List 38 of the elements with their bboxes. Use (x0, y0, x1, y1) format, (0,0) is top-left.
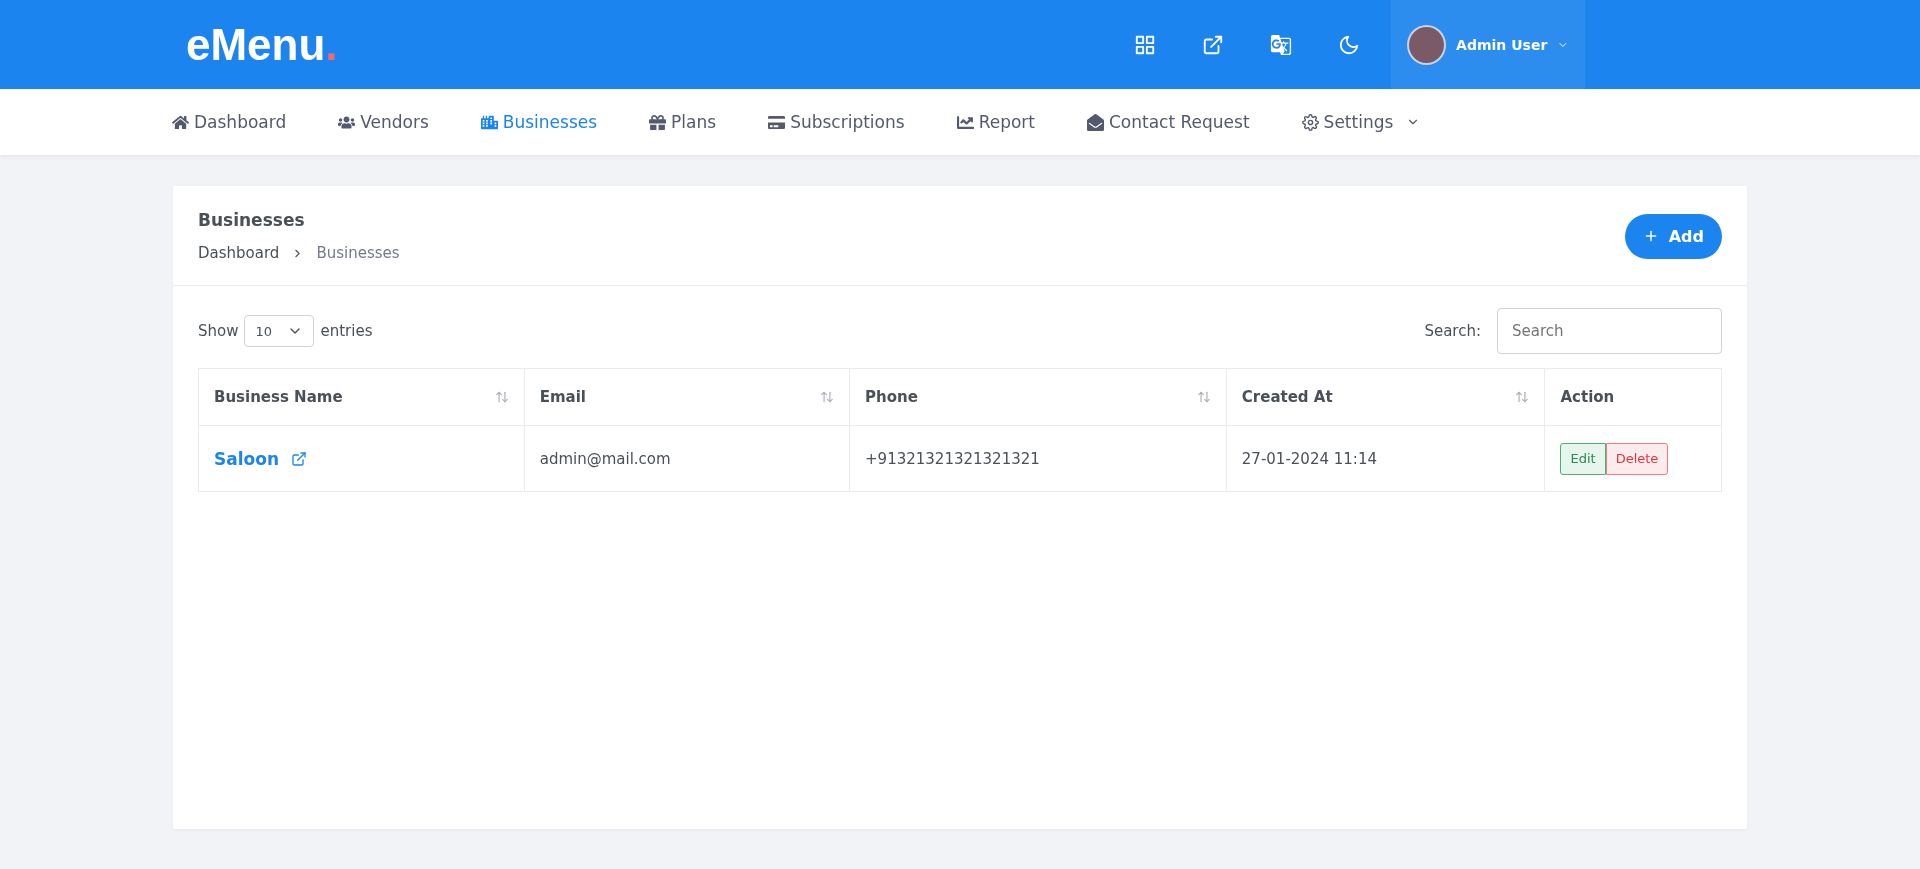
table-cell: 27-01-2024 11:14 (1226, 425, 1545, 492)
entries-label: entries (320, 322, 373, 340)
credit-card-icon (768, 113, 786, 131)
nav-item[interactable]: Subscriptions (768, 112, 905, 132)
nav-item[interactable]: Businesses (480, 112, 598, 132)
add-button[interactable]: Add (1624, 213, 1722, 259)
nav-item[interactable]: Vendors (338, 112, 429, 132)
nav-item[interactable]: Dashboard (172, 112, 287, 132)
edit-button[interactable]: Edit (1560, 442, 1606, 475)
breadcrumb-item: Businesses (316, 244, 400, 262)
nav-item[interactable]: Settings (1301, 112, 1421, 132)
column-header[interactable]: Created At (1226, 368, 1545, 426)
home-icon (172, 113, 189, 131)
nav-item[interactable]: Plans (649, 112, 717, 132)
page-title: Businesses (198, 210, 306, 230)
line-chart-icon (956, 113, 974, 131)
business-link[interactable]: Saloon (214, 448, 307, 469)
table-cell: +91321321321321321 (849, 425, 1227, 492)
gift-icon (649, 113, 667, 131)
table-cell: admin@mail.com (524, 425, 850, 492)
nav-item[interactable]: Report (956, 112, 1035, 132)
nav-item[interactable]: Contact Request (1087, 112, 1250, 132)
external-link-icon (291, 450, 307, 467)
gear-icon (1301, 113, 1319, 131)
column-header[interactable]: Business Name (198, 368, 525, 426)
show-label: Show (198, 322, 239, 340)
delete-button[interactable]: Delete (1605, 442, 1669, 475)
column-header[interactable]: Email (524, 368, 850, 426)
search-label: Search: (1424, 322, 1481, 340)
logo[interactable]: eMenu. (186, 19, 1111, 70)
column-header[interactable]: Phone (849, 368, 1227, 426)
entries-select[interactable]: 10 (244, 315, 315, 347)
column-header: Action (1544, 368, 1722, 426)
buildings-icon (480, 113, 498, 131)
breadcrumb-item[interactable]: Dashboard (198, 244, 280, 262)
search-field[interactable]: Search (1497, 308, 1722, 354)
envelope-icon (1087, 113, 1104, 131)
avatar (1407, 24, 1447, 65)
